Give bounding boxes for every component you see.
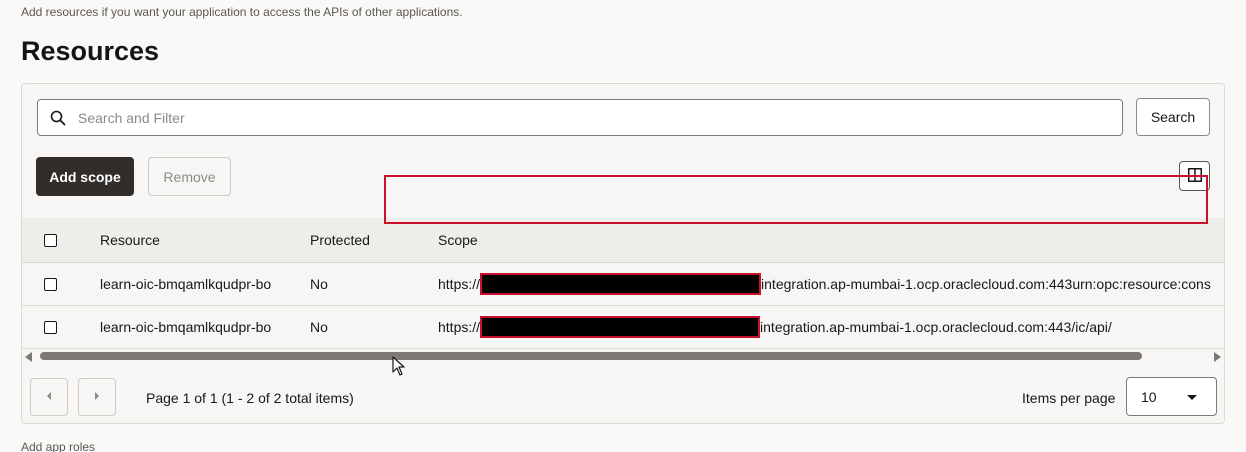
previous-page-button[interactable] [30,378,68,416]
scroll-left-icon[interactable] [25,352,32,362]
protected-cell: No [310,276,328,292]
scrollbar-thumb[interactable] [40,352,1142,360]
row-checkbox[interactable] [44,277,57,291]
table-row[interactable]: learn-oic-bmqamlkqudpr-bo No https:// in… [22,263,1224,306]
column-header-resource[interactable]: Resource [100,218,160,262]
pagination-info: Page 1 of 1 (1 - 2 of 2 total items) [146,390,354,406]
intro-text: Add resources if you want your applicati… [21,5,463,19]
items-per-page-value: 10 [1141,388,1157,405]
scope-prefix: https:// [438,276,481,292]
chevron-left-icon [45,388,53,406]
column-manager-button[interactable] [1179,161,1210,191]
scope-suffix: integration.ap-mumbai-1.ocp.oraclecloud.… [760,319,1112,335]
chevron-down-icon [1187,395,1197,400]
scope-suffix: integration.ap-mumbai-1.ocp.oraclecloud.… [761,276,1211,292]
items-per-page-select[interactable]: 10 [1126,377,1217,416]
page-title: Resources [21,36,160,66]
protected-cell: No [310,319,328,335]
resource-cell: learn-oic-bmqamlkqudpr-bo [100,319,272,335]
mouse-pointer-icon [392,356,406,381]
scroll-right-icon[interactable] [1214,352,1221,362]
select-all-checkbox[interactable] [44,233,57,247]
add-app-roles-heading: Add app roles [21,440,96,452]
resource-cell: learn-oic-bmqamlkqudpr-bo [100,276,272,292]
resources-table: Resource Protected Scope learn-oic-bmqam… [22,218,1224,349]
scope-cell: https:// integration.ap-mumbai-1.ocp.ora… [438,306,1112,348]
resources-panel: Search Add scope Remove Resource Protect… [21,83,1225,424]
column-header-scope[interactable]: Scope [438,218,478,262]
search-button[interactable]: Search [1136,98,1210,136]
column-header-protected[interactable]: Protected [310,218,370,262]
redacted-block [480,273,762,295]
redacted-block [480,316,761,338]
search-icon [38,100,78,135]
row-checkbox[interactable] [44,320,57,334]
scope-prefix: https:// [438,319,481,335]
horizontal-scrollbar[interactable] [22,348,1224,366]
scope-cell: https:// integration.ap-mumbai-1.ocp.ora… [438,263,1211,305]
remove-button[interactable]: Remove [148,157,231,196]
search-field[interactable] [37,99,1123,136]
next-page-button[interactable] [78,378,116,416]
table-header: Resource Protected Scope [22,218,1224,263]
columns-icon [1187,167,1202,185]
add-scope-button[interactable]: Add scope [36,157,134,196]
items-per-page-label: Items per page [1022,390,1116,406]
chevron-right-icon [93,388,101,406]
search-input[interactable] [78,100,1122,135]
table-row[interactable]: learn-oic-bmqamlkqudpr-bo No https:// in… [22,306,1224,349]
